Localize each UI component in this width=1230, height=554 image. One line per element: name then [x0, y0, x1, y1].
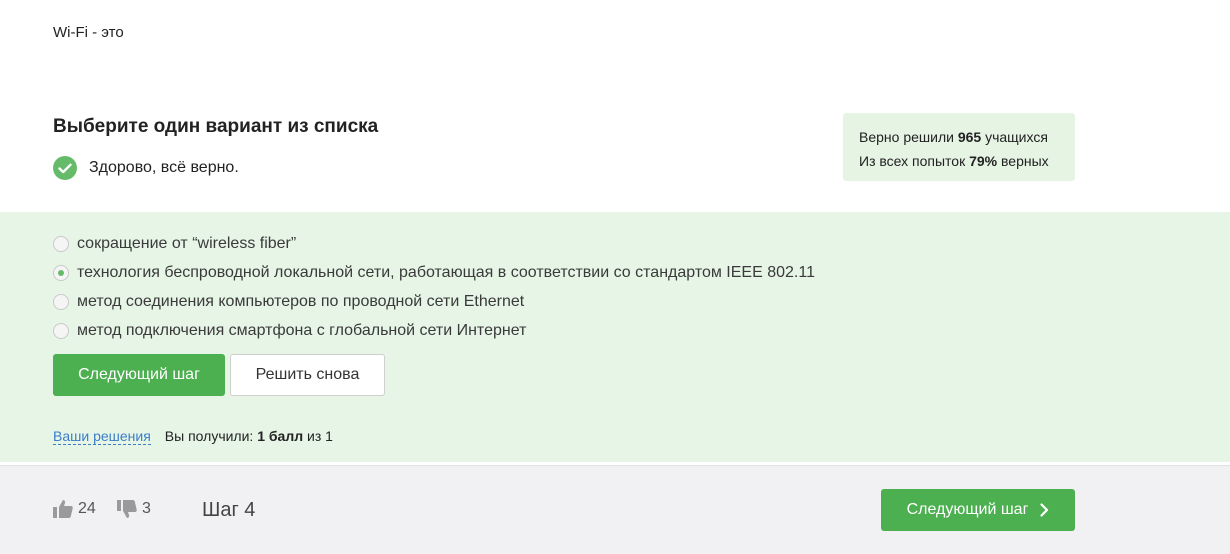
stats-rate: Из всех попыток 79% верных — [859, 153, 1049, 169]
success-rate: 79% — [969, 153, 998, 169]
footer-next-step-button[interactable]: Следующий шаг — [881, 489, 1075, 531]
radio-button[interactable] — [53, 235, 69, 252]
radio-button[interactable] — [53, 293, 69, 310]
score-value: 1 балл — [257, 428, 304, 444]
action-buttons: Следующий шаг Решить снова — [53, 354, 385, 396]
footer-bar: 24 3 Шаг 4 Следующий шаг — [0, 465, 1230, 554]
step-label: Шаг 4 — [202, 499, 256, 521]
footer-next-label: Следующий шаг — [906, 501, 1029, 518]
next-step-button[interactable]: Следующий шаг — [53, 354, 225, 396]
quiz-title: Выберите один вариант из списка — [53, 116, 379, 137]
thumbs-down-icon — [117, 500, 137, 518]
result-row: Ваши решения Вы получили: 1 балл из 1 — [53, 428, 333, 445]
radio-button[interactable] — [53, 322, 69, 339]
feedback-text: Здорово, всё верно. — [89, 159, 239, 176]
option-item[interactable]: сокращение от “wireless fiber” — [53, 229, 815, 258]
feedback: Здорово, всё верно. — [53, 156, 239, 180]
solved-count: 965 — [957, 129, 982, 145]
dislike-button[interactable]: 3 — [116, 499, 151, 519]
options-list: сокращение от “wireless fiber” технологи… — [53, 229, 815, 345]
like-count: 24 — [78, 500, 96, 517]
answer-area: сокращение от “wireless fiber” технологи… — [0, 212, 1230, 462]
chevron-right-icon — [1040, 503, 1049, 517]
option-label: сокращение от “wireless fiber” — [77, 234, 297, 252]
quiz-header: Выберите один вариант из списка — [53, 116, 378, 138]
check-icon — [53, 156, 77, 180]
like-button[interactable]: 24 — [52, 499, 96, 519]
option-item[interactable]: метод подключения смартфона с глобальной… — [53, 316, 815, 345]
question-text: Wi-Fi - это — [53, 24, 124, 41]
retry-button[interactable]: Решить снова — [230, 354, 385, 396]
radio-button-selected[interactable] — [53, 264, 69, 281]
option-label: метод подключения смартфона с глобальной… — [77, 321, 527, 339]
dislike-count: 3 — [142, 500, 151, 517]
your-solutions-link[interactable]: Ваши решения — [53, 428, 151, 445]
option-label: технология беспроводной локальной сети, … — [77, 263, 815, 281]
option-item[interactable]: технология беспроводной локальной сети, … — [53, 258, 815, 287]
thumbs-up-icon — [53, 500, 73, 518]
stats-panel: Верно решили 965 учащихся Из всех попыто… — [843, 113, 1075, 181]
option-label: метод соединения компьютеров по проводно… — [77, 292, 525, 310]
stats-solved: Верно решили 965 учащихся — [859, 129, 1048, 145]
score-text: Вы получили: 1 балл из 1 — [164, 428, 333, 444]
option-item[interactable]: метод соединения компьютеров по проводно… — [53, 287, 815, 316]
